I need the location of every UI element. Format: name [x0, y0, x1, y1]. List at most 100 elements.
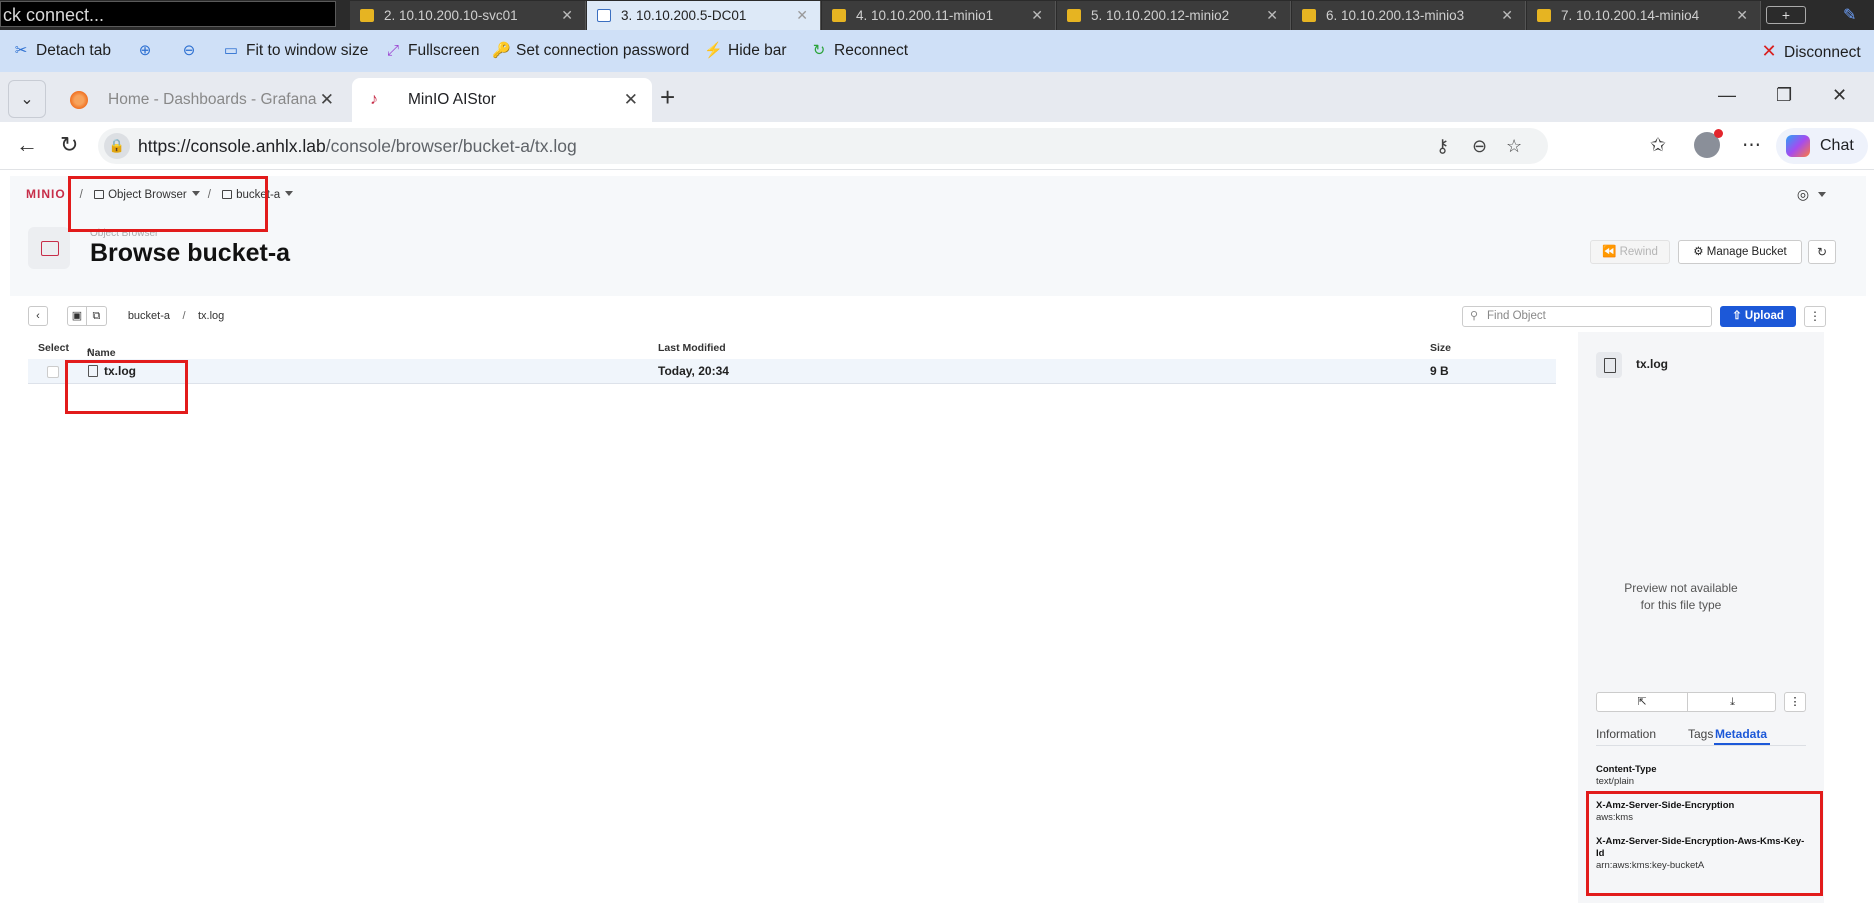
close-icon: ✕ — [1761, 41, 1777, 61]
user-menu-button[interactable]: ◎ — [1797, 186, 1826, 203]
minimize-icon[interactable]: — — [1718, 78, 1736, 112]
zoom-in-button[interactable]: ⊕ — [136, 39, 160, 63]
disconnect-button[interactable]: ✕ Disconnect — [1760, 39, 1860, 63]
path-file[interactable]: tx.log — [198, 306, 224, 326]
fullscreen-button[interactable]: ⤢ Fullscreen — [384, 39, 480, 63]
tab-grafana[interactable]: Home - Dashboards - Grafana ✕ — [52, 78, 348, 122]
session-tab-minio1[interactable]: 4. 10.10.200.11-minio1 ✕ — [822, 1, 1056, 30]
quick-connect-input[interactable]: ck connect... — [0, 1, 336, 27]
refresh-button[interactable]: ↻ — [1808, 240, 1836, 264]
page-title: Browse bucket-a — [90, 239, 291, 267]
download-button[interactable]: ⤓ — [1687, 693, 1777, 711]
manage-bucket-button[interactable]: ⚙ Manage Bucket — [1678, 240, 1802, 264]
more-options-icon[interactable]: ⋯ — [1742, 134, 1761, 158]
tab-metadata[interactable]: Metadata — [1715, 727, 1767, 741]
restore-icon[interactable]: ❐ — [1776, 78, 1792, 112]
copy-icon: ⧉ — [92, 310, 101, 322]
session-tab-label: 6. 10.10.200.13-minio3 — [1326, 8, 1465, 23]
metadata-item: Content-Type text/plain — [1596, 764, 1806, 788]
more-actions-button[interactable]: ⋮ — [1804, 306, 1826, 327]
copilot-icon — [1786, 135, 1810, 157]
url-text[interactable]: https://console.anhlx.lab/console/browse… — [138, 128, 577, 164]
favorites-icon[interactable]: ✩ — [1650, 134, 1666, 158]
ssh-icon — [832, 9, 846, 22]
remote-toolbar: ✂ Detach tab ⊕ ⊖ ▭ Fit to window size ⤢ Ful… — [0, 30, 1874, 72]
reload-icon[interactable]: ↻ — [60, 130, 78, 160]
details-filename: tx.log — [1636, 357, 1668, 371]
gear-icon: ⚙ — [1693, 246, 1704, 258]
session-tab-minio4[interactable]: 7. 10.10.200.14-minio4 ✕ — [1527, 1, 1761, 30]
lock-icon[interactable]: 🔒 — [104, 133, 130, 159]
tab-tags[interactable]: Tags — [1688, 727, 1713, 741]
object-actions: ⇱ ⤓ — [1596, 692, 1776, 712]
column-size[interactable]: Size — [1430, 342, 1451, 354]
upload-button[interactable]: ⇧ Upload — [1720, 306, 1796, 327]
close-icon[interactable]: ✕ — [561, 1, 573, 30]
set-password-label: Set connection password — [516, 42, 690, 59]
new-folder-button[interactable]: ▣ — [66, 306, 87, 326]
path-bucket[interactable]: bucket-a — [128, 306, 170, 326]
zoom-out-icon: ⊖ — [182, 42, 196, 59]
url-path: /console/browser/bucket-a/tx.log — [325, 136, 577, 156]
zoom-out-button[interactable]: ⊖ — [180, 39, 204, 63]
reconnect-button[interactable]: ↻ Reconnect — [810, 39, 908, 63]
sort-ascending-icon: ^ — [87, 347, 92, 356]
fit-to-window-button[interactable]: ▭ Fit to window size — [222, 39, 368, 63]
table-row[interactable]: tx.log Today, 20:34 9 B — [28, 359, 1556, 384]
copilot-chat-button[interactable]: Chat — [1776, 128, 1868, 164]
close-window-icon[interactable]: ✕ — [1832, 78, 1847, 112]
address-bar-row: ← ↻ 🔒 https://console.anhlx.lab/console/… — [0, 122, 1874, 170]
tab-list-button[interactable]: ⌄ — [8, 80, 46, 118]
close-icon[interactable]: ✕ — [796, 1, 808, 30]
manage-bucket-label: Manage Bucket — [1706, 246, 1787, 258]
back-icon[interactable]: ← — [16, 130, 38, 160]
object-more-button[interactable]: ⋮ — [1784, 692, 1806, 712]
upload-icon: ⇧ — [1732, 310, 1742, 322]
user-circle-icon: ◎ — [1796, 186, 1810, 202]
browser-tab-strip: ⌄ Home - Dashboards - Grafana ✕ ♪ MinIO … — [0, 72, 1874, 122]
close-icon[interactable]: ✕ — [320, 78, 334, 122]
tab-title: MinIO AIStor — [408, 91, 496, 108]
close-icon[interactable]: ✕ — [1031, 1, 1043, 30]
session-tab-svc01[interactable]: 2. 10.10.200.10-svc01 ✕ — [350, 1, 586, 30]
details-tabs: Information Tags Metadata — [1596, 724, 1806, 746]
ssh-icon — [1067, 9, 1081, 22]
close-icon[interactable]: ✕ — [1736, 1, 1748, 30]
session-tab-label: 4. 10.10.200.11-minio1 — [856, 8, 994, 23]
key-icon[interactable]: ⚷ — [1436, 135, 1449, 157]
search-icon: ⚲ — [1470, 310, 1479, 322]
ssh-icon — [360, 9, 374, 22]
paperclip-icon[interactable]: ✎ — [1843, 5, 1856, 25]
tab-minio[interactable]: ♪ MinIO AIStor ✕ — [352, 78, 652, 122]
close-icon[interactable]: ✕ — [1501, 1, 1513, 30]
ssh-icon — [1537, 9, 1551, 22]
session-tab-bar: ck connect... 2. 10.10.200.10-svc01 ✕ 3.… — [0, 0, 1874, 30]
minio-flamingo-icon: ♪ — [370, 91, 378, 108]
rewind-button[interactable]: ⏪ Rewind — [1590, 240, 1670, 264]
session-tab-minio2[interactable]: 5. 10.10.200.12-minio2 ✕ — [1057, 1, 1291, 30]
session-tab-dc01[interactable]: 3. 10.10.200.5-DC01 ✕ — [587, 1, 821, 30]
share-button[interactable]: ⇱ — [1597, 693, 1687, 711]
find-object-input[interactable]: ⚲ Find Object — [1462, 306, 1712, 327]
minio-logo[interactable]: MINIO — [26, 187, 66, 201]
row-select-checkbox[interactable] — [47, 366, 59, 378]
new-session-button[interactable]: + — [1766, 6, 1806, 24]
close-icon[interactable]: ✕ — [1266, 1, 1278, 30]
column-last-modified[interactable]: Last Modified — [658, 342, 726, 354]
back-button[interactable]: ‹ — [28, 306, 48, 326]
address-bar[interactable]: 🔒 https://console.anhlx.lab/console/brow… — [98, 128, 1548, 164]
zoom-out-icon[interactable]: ⊖ — [1472, 135, 1487, 157]
metadata-key: Content-Type — [1596, 764, 1657, 775]
star-icon[interactable]: ☆ — [1506, 135, 1522, 157]
column-select: Select — [38, 342, 69, 354]
close-icon[interactable]: ✕ — [624, 78, 638, 122]
hide-bar-button[interactable]: ⚡ Hide bar — [704, 39, 787, 63]
profile-avatar[interactable] — [1694, 129, 1723, 158]
detach-tab-button[interactable]: ✂ Detach tab — [12, 39, 111, 63]
set-password-button[interactable]: 🔑 Set connection password — [492, 39, 689, 63]
folder-plus-icon: ▣ — [71, 310, 83, 322]
session-tab-minio3[interactable]: 6. 10.10.200.13-minio3 ✕ — [1292, 1, 1526, 30]
copy-path-button[interactable]: ⧉ — [86, 306, 107, 326]
new-tab-icon[interactable]: + — [660, 80, 675, 114]
tab-information[interactable]: Information — [1596, 727, 1656, 741]
